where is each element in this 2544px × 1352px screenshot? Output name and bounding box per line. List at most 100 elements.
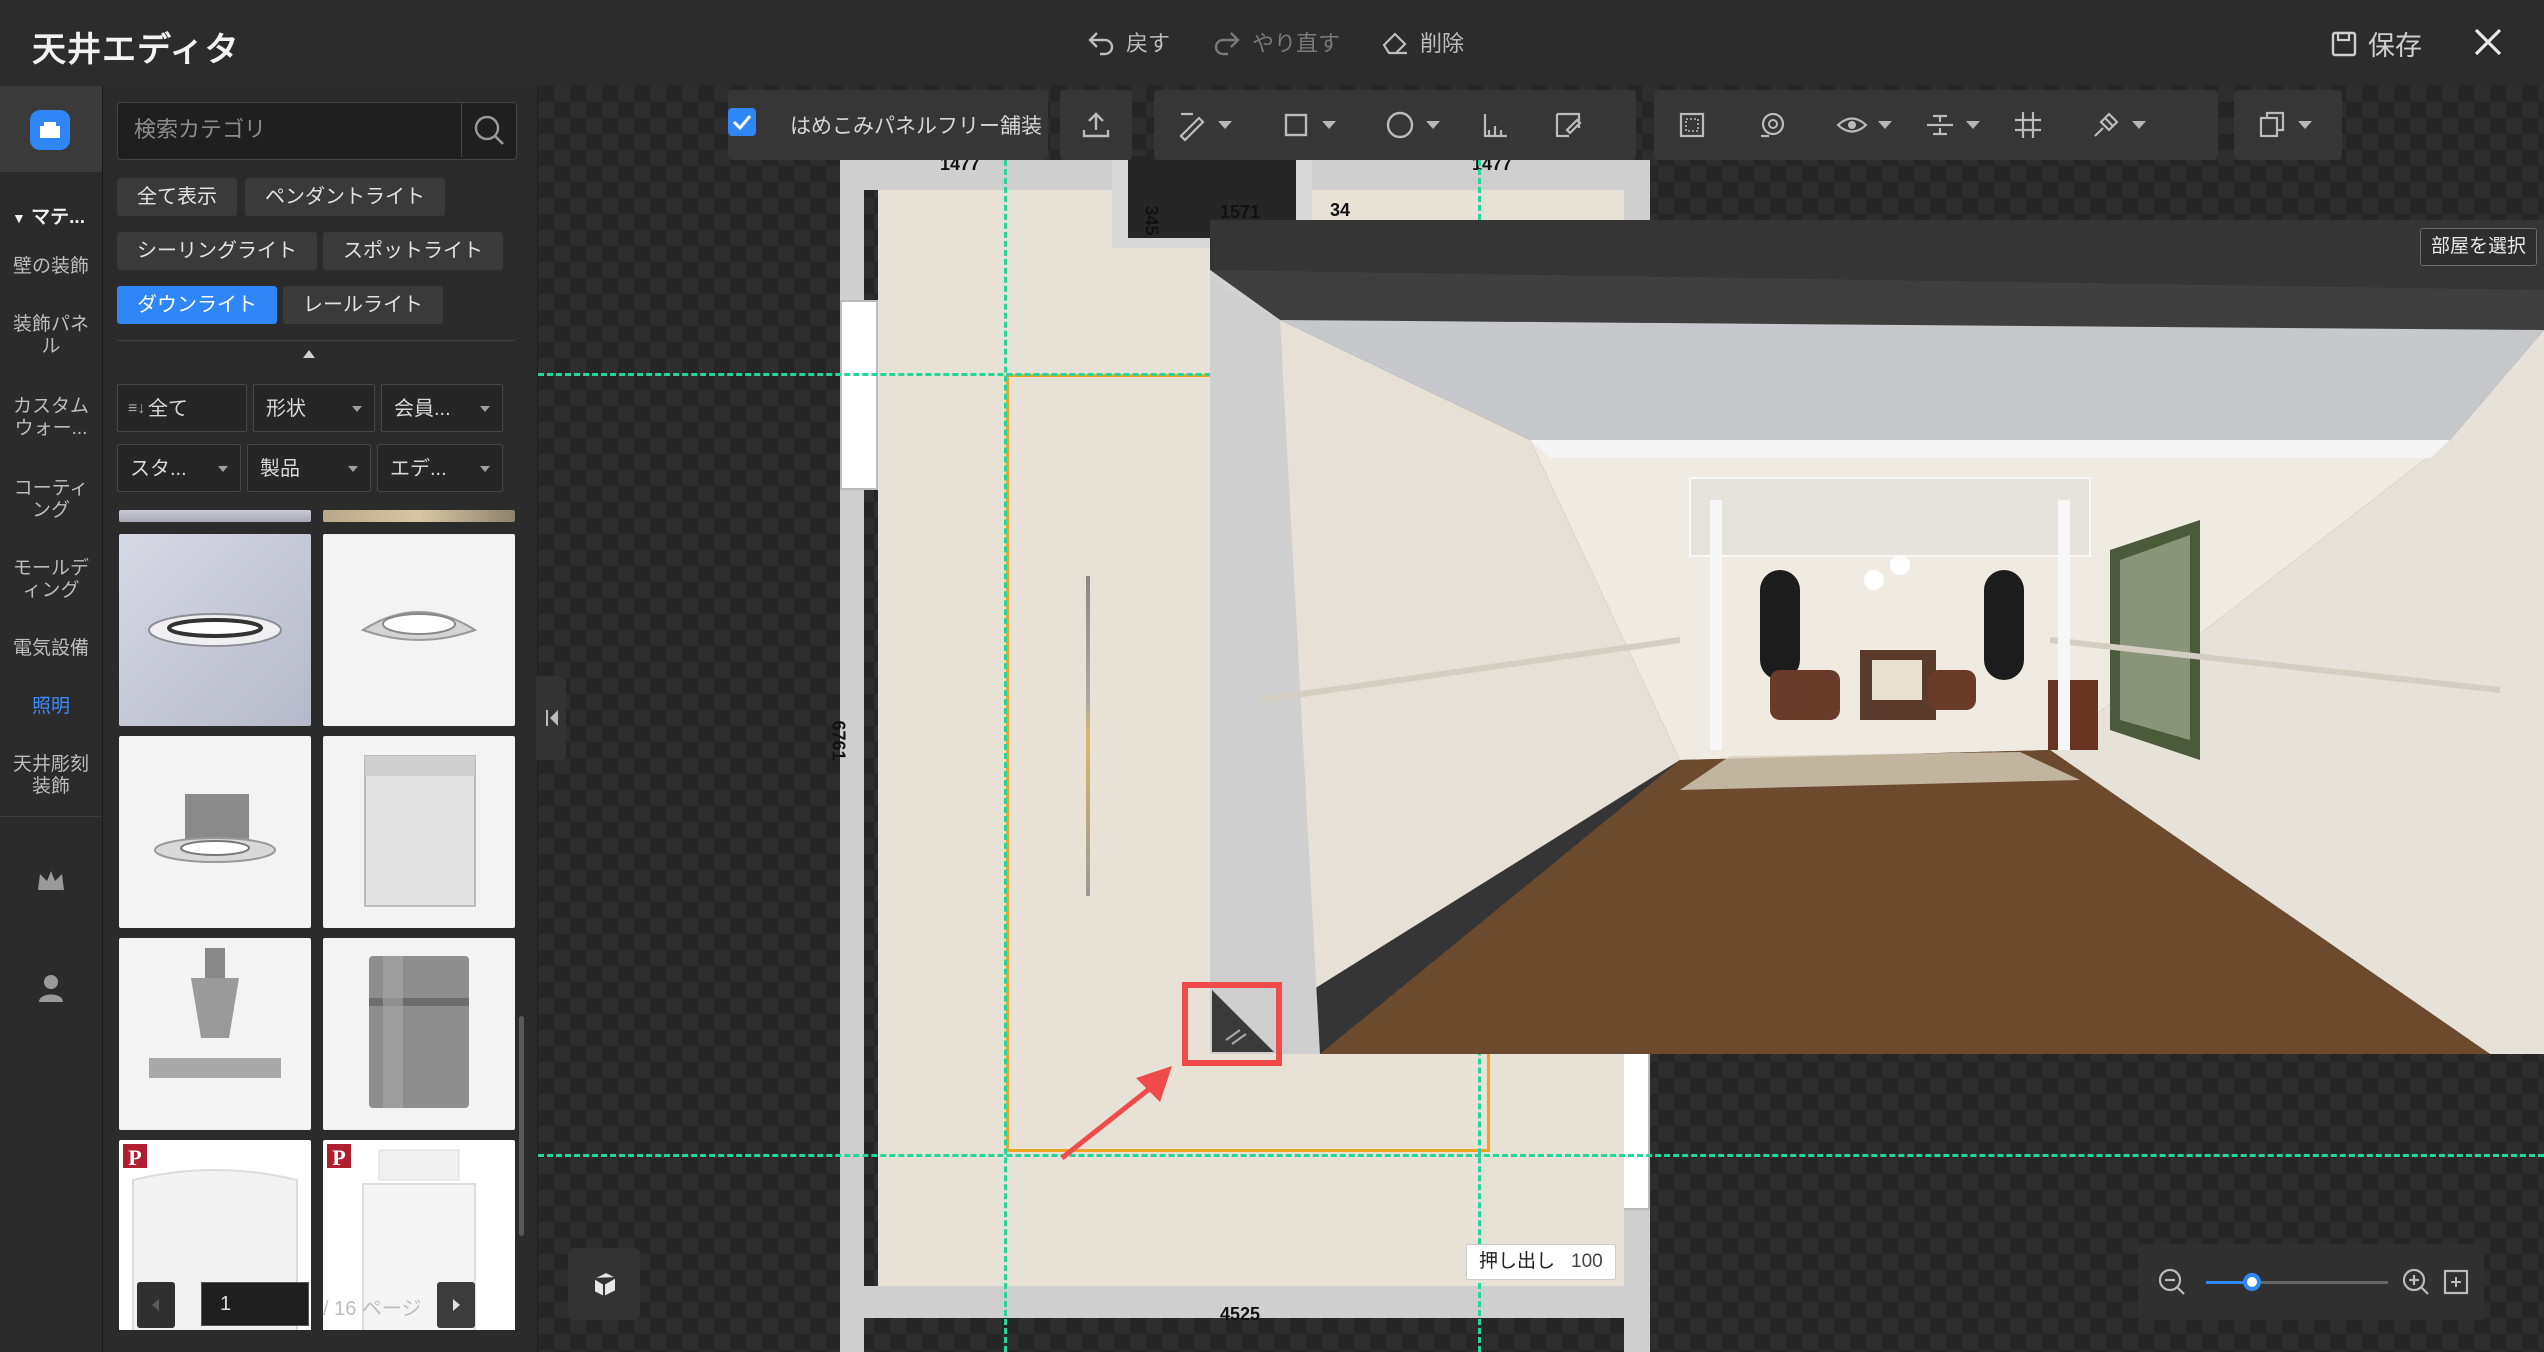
fit-screen-icon[interactable] xyxy=(2442,1268,2470,1296)
chevron-down-icon[interactable] xyxy=(1322,121,1336,129)
dim-notch-side: 34 xyxy=(1330,200,1351,220)
undo-button[interactable]: 戻す xyxy=(1086,26,1170,58)
product-thumb[interactable] xyxy=(323,534,515,726)
next-page-button[interactable] xyxy=(437,1282,475,1328)
grid-icon[interactable] xyxy=(2000,97,2056,153)
rail-item-lighting[interactable]: 照明 xyxy=(6,696,96,718)
zoom-out-icon[interactable] xyxy=(2156,1266,2188,1298)
dim-notch: 345 xyxy=(1141,205,1162,236)
member-filter[interactable]: 会員... xyxy=(381,384,503,432)
upload-button[interactable] xyxy=(1060,90,1132,160)
select-room-button[interactable]: 部屋を選択 xyxy=(2420,228,2538,266)
draw-line-icon[interactable] xyxy=(1164,97,1220,153)
chevron-down-icon[interactable] xyxy=(2132,121,2146,129)
eye-icon[interactable] xyxy=(1824,97,1880,153)
rotate-region-icon[interactable] xyxy=(1744,97,1800,153)
rail-item-wall-decor[interactable]: 壁の装飾 xyxy=(6,256,96,278)
user-icon[interactable] xyxy=(36,972,66,1004)
undo-icon xyxy=(1088,32,1114,56)
chip-spotlight[interactable]: スポットライト xyxy=(323,232,503,270)
light-strip[interactable] xyxy=(1086,576,1090,896)
chevron-down-icon[interactable] xyxy=(2298,121,2312,129)
extrude-label: 押し出し xyxy=(1479,1251,1556,1272)
rail-item-ceiling-carving[interactable]: 天井彫刻装飾 xyxy=(6,754,96,798)
paving-checkbox[interactable] xyxy=(728,108,756,136)
align-icon[interactable] xyxy=(1912,97,1968,153)
rail-item-deco-panel[interactable]: 装飾パネル xyxy=(6,314,96,358)
edit-region-icon[interactable] xyxy=(1540,97,1596,153)
premium-badge: P xyxy=(121,1142,149,1170)
measure-icon[interactable] xyxy=(1468,97,1524,153)
paint-brush-icon[interactable] xyxy=(2078,97,2134,153)
draw-tools xyxy=(1154,90,1636,160)
product-thumb[interactable] xyxy=(323,938,515,1130)
collapse-chips-icon[interactable] xyxy=(303,350,315,358)
chevron-down-icon[interactable] xyxy=(1218,121,1232,129)
crown-icon[interactable] xyxy=(34,866,68,896)
product-thumb[interactable] xyxy=(119,736,311,928)
chip-ceiling-light[interactable]: シーリングライト xyxy=(117,232,317,270)
product-thumb[interactable] xyxy=(119,534,311,726)
close-icon[interactable] xyxy=(2468,22,2508,62)
select-area-icon[interactable] xyxy=(1664,97,1720,153)
page-input[interactable] xyxy=(201,1282,309,1326)
view-3d-button[interactable] xyxy=(568,1248,640,1320)
collapse-panel-button[interactable] xyxy=(536,676,566,760)
product-thumb-partial[interactable] xyxy=(323,510,515,522)
product-grid: P P xyxy=(117,510,517,1330)
redo-icon xyxy=(1214,32,1240,56)
copy-icon[interactable] xyxy=(2244,97,2300,153)
eraser-icon xyxy=(1382,32,1407,55)
chevron-down-icon xyxy=(348,466,358,472)
material-tab[interactable] xyxy=(0,86,102,172)
guide-line-bottom xyxy=(538,1154,2544,1157)
zoom-slider-track[interactable] xyxy=(2206,1273,2388,1291)
chevron-down-icon[interactable] xyxy=(1426,121,1440,129)
chip-downlight[interactable]: ダウンライト xyxy=(117,286,277,324)
edition-filter[interactable]: エデ... xyxy=(377,444,503,492)
search-input[interactable] xyxy=(118,103,458,157)
rail-item-molding[interactable]: モールディング xyxy=(6,558,96,602)
chip-rail-light[interactable]: レールライト xyxy=(283,286,443,324)
sort-all-filter[interactable]: ≡↓ 全て xyxy=(117,384,247,432)
copy-tools xyxy=(2234,90,2342,160)
shape-filter[interactable]: 形状 xyxy=(253,384,375,432)
rail-item-coating[interactable]: コーティング xyxy=(6,478,96,522)
3d-preview[interactable] xyxy=(1210,220,2544,1054)
redo-button[interactable]: やり直す xyxy=(1212,26,1340,58)
product-thumb[interactable] xyxy=(323,736,515,928)
chip-pendant-light[interactable]: ペンダントライト xyxy=(245,178,445,216)
collapse-left-icon xyxy=(546,710,558,726)
zoom-slider-knob[interactable] xyxy=(2242,1273,2261,1291)
category-rail: ▼ マテ... 壁の装飾 装飾パネル カスタムウォー... コーティング モール… xyxy=(0,86,103,1352)
style-filter[interactable]: スタ... xyxy=(117,444,241,492)
chevron-down-icon xyxy=(218,466,228,472)
product-filter[interactable]: 製品 xyxy=(247,444,371,492)
rail-item-custom-wall[interactable]: カスタムウォー... xyxy=(6,396,96,440)
extrude-field[interactable]: 押し出し 100 xyxy=(1466,1244,1616,1280)
pointer-arrow-icon xyxy=(1060,1066,1172,1160)
product-scrollbar[interactable] xyxy=(519,1016,524,1236)
panel-divider xyxy=(117,340,515,341)
title-bar: 天井エディタ 戻す やり直す 削除 保存 xyxy=(0,0,2544,87)
chevron-down-icon[interactable] xyxy=(1878,121,1892,129)
circle-icon[interactable] xyxy=(1372,97,1428,153)
sort-icon: ≡↓ xyxy=(128,400,146,417)
rail-section-header[interactable]: ▼ マテ... xyxy=(12,202,85,229)
chip-show-all[interactable]: 全て表示 xyxy=(117,178,237,216)
product-thumb[interactable] xyxy=(119,938,311,1130)
rectangle-icon[interactable] xyxy=(1268,97,1324,153)
rail-divider xyxy=(0,816,102,817)
search-icon[interactable] xyxy=(461,103,516,157)
material-icon xyxy=(30,110,70,150)
chevron-down-icon[interactable] xyxy=(1966,121,1980,129)
rail-item-electrical[interactable]: 電気設備 xyxy=(6,638,96,660)
product-thumb-partial[interactable] xyxy=(119,510,311,522)
dim-bottom: 4525 xyxy=(1220,1304,1261,1324)
zoom-in-icon[interactable] xyxy=(2400,1266,2432,1298)
save-button[interactable]: 保存 xyxy=(2330,24,2422,63)
window-right xyxy=(1620,1040,1650,1210)
delete-button[interactable]: 削除 xyxy=(1380,26,1464,58)
prev-page-button[interactable] xyxy=(137,1282,175,1328)
catalog-panel: 全て表示 ペンダントライト シーリングライト スポットライト ダウンライト レー… xyxy=(103,86,537,1352)
